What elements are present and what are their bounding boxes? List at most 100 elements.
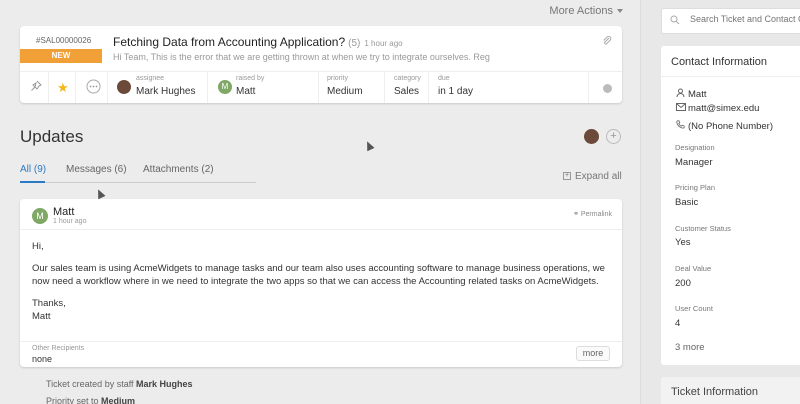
contact-info-card: Contact Information Matt matt@simex.edu … <box>661 46 800 365</box>
divider <box>428 72 429 103</box>
contact-email-row: matt@simex.edu <box>676 103 759 114</box>
ticket-info-card[interactable]: Ticket Information <box>661 377 800 404</box>
pricing-plan-value: Basic <box>675 197 699 208</box>
category-value[interactable]: Sales <box>394 86 419 97</box>
chevron-down-icon <box>617 9 623 14</box>
add-follower-button[interactable]: + <box>606 129 621 144</box>
avatar: M <box>32 208 48 224</box>
divider <box>75 72 76 103</box>
priority-value[interactable]: Medium <box>327 86 363 97</box>
user-count-value: 4 <box>675 318 681 329</box>
divider <box>384 72 385 103</box>
message-signature: Matt <box>32 311 51 322</box>
divider <box>20 229 622 230</box>
priority-label: priority <box>327 75 349 82</box>
contact-info-title: Contact Information <box>671 56 767 68</box>
activity-text: Priority set to <box>46 396 102 404</box>
tab-messages[interactable]: Messages (6) <box>66 164 127 175</box>
divider <box>661 76 800 77</box>
contact-name: Matt <box>688 89 707 100</box>
permalink-link[interactable]: ⚭ Permalink <box>573 210 612 218</box>
contact-name-row: Matt <box>676 88 706 100</box>
designation-value: Manager <box>675 157 713 168</box>
search-icon <box>670 15 680 28</box>
divider <box>48 72 49 103</box>
assignee-value[interactable]: Mark Hughes <box>136 86 195 97</box>
pricing-plan-label: Pricing Plan <box>675 183 716 192</box>
message-text: Our sales team is using AcmeWidgets to m… <box>32 263 605 287</box>
ticket-summary-card: #SAL00000026 NEW Fetching Data from Acco… <box>20 26 622 103</box>
more-actions-label: More Actions <box>549 5 613 17</box>
due-label: due <box>438 75 450 82</box>
show-more-link[interactable]: 3 more <box>675 342 705 353</box>
recipients-label: Other Recipients <box>32 345 85 352</box>
avatar[interactable] <box>584 129 599 144</box>
due-value[interactable]: in 1 day <box>438 86 473 97</box>
designation-label: Designation <box>675 143 715 152</box>
ticket-id: #SAL00000026 <box>36 36 92 45</box>
activity-item: Priority set to Medium <box>46 396 135 404</box>
activity-item: Ticket created by staff Mark Hughes <box>46 379 193 389</box>
star-icon[interactable]: ★ <box>57 80 69 96</box>
ticket-title-text: Fetching Data from Accounting Applicatio… <box>113 35 346 49</box>
message-time: 1 hour ago <box>53 218 87 225</box>
user-icon <box>676 88 688 99</box>
status-badge: NEW <box>20 49 102 63</box>
mouse-cursor <box>94 187 106 200</box>
ticket-time: 1 hour ago <box>364 39 403 48</box>
activity-value: Mark Hughes <box>136 379 193 389</box>
message-body: Hi, Our sales team is using AcmeWidgets … <box>32 240 617 323</box>
ticket-title[interactable]: Fetching Data from Accounting Applicatio… <box>113 35 403 49</box>
permalink-label: Permalink <box>580 211 612 218</box>
main-panel: More Actions #SAL00000026 NEW Fetching D… <box>0 0 640 404</box>
tab-all[interactable]: All (9) <box>20 164 46 175</box>
ticket-preview: Hi Team, This is the error that we are g… <box>113 52 490 62</box>
plus-icon: + <box>563 172 571 181</box>
customer-status-label: Customer Status <box>675 224 731 233</box>
message-closing: Thanks, <box>32 298 66 309</box>
recipients-value: none <box>32 354 53 364</box>
message-greeting: Hi, <box>32 241 44 252</box>
deal-value-value: 200 <box>675 278 691 289</box>
activity-value: Medium <box>101 396 136 404</box>
divider <box>207 72 208 103</box>
updates-heading: Updates <box>20 127 84 146</box>
contact-phone: (No Phone Number) <box>688 121 774 132</box>
mail-icon <box>676 103 688 113</box>
mouse-cursor <box>363 139 375 152</box>
sidebar: Contact Information Matt matt@simex.edu … <box>640 0 800 404</box>
user-count-label: User Count <box>675 304 713 313</box>
more-actions-dropdown[interactable]: More Actions <box>549 5 623 17</box>
category-label: category <box>394 75 421 82</box>
expand-all-button[interactable]: + Expand all <box>563 171 622 182</box>
active-tab-indicator <box>20 181 45 183</box>
more-options-icon[interactable] <box>86 79 101 97</box>
contact-phone-row: (No Phone Number) <box>676 120 773 132</box>
activity-text: Ticket created by staff <box>46 379 137 389</box>
divider <box>318 72 319 103</box>
raised-by-label: raised by <box>236 75 265 82</box>
link-icon: ⚭ <box>573 211 581 218</box>
assignee-label: assignee <box>136 75 165 82</box>
deal-value-label: Deal Value <box>675 264 712 273</box>
message-author: Matt <box>53 206 75 218</box>
contact-email[interactable]: matt@simex.edu <box>688 103 759 114</box>
tab-attachments[interactable]: Attachments (2) <box>143 164 214 175</box>
ticket-info-title: Ticket Information <box>671 386 759 398</box>
ticket-message-count: (5) <box>348 38 361 49</box>
attachment-icon[interactable] <box>602 35 612 46</box>
customer-status-value: Yes <box>675 237 691 248</box>
search-box <box>661 8 800 34</box>
ticket-properties: ★ assignee Mark Hughes M raised by Matt … <box>20 72 622 103</box>
divider <box>588 72 589 103</box>
pin-icon[interactable] <box>30 80 42 95</box>
expand-all-label: Expand all <box>575 171 622 182</box>
avatar: M <box>218 80 232 94</box>
divider <box>20 341 622 342</box>
divider <box>20 182 256 183</box>
status-indicator[interactable] <box>603 84 612 93</box>
search-input[interactable] <box>690 14 800 24</box>
more-button[interactable]: more <box>576 346 610 361</box>
message-card: M Matt 1 hour ago ⚭ Permalink Hi, Our sa… <box>20 199 622 367</box>
raised-by-value[interactable]: Matt <box>236 86 255 97</box>
